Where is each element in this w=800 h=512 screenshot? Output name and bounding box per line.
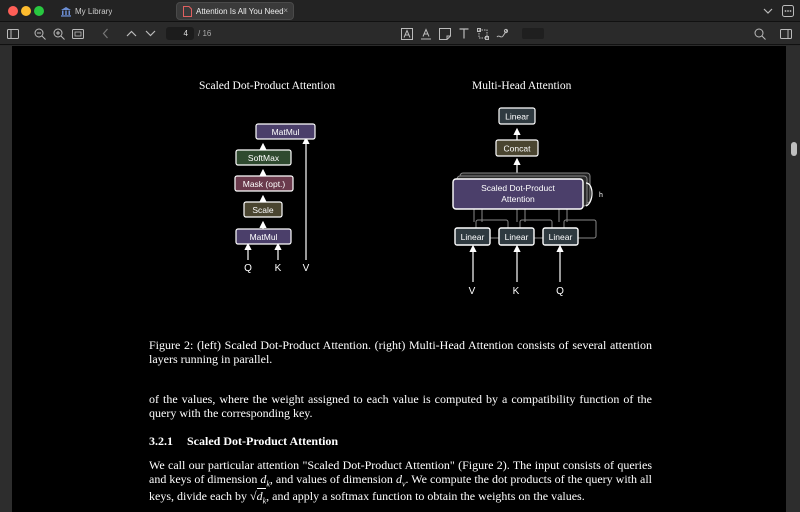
title-bar: My Library Attention Is All You Need × <box>0 0 800 22</box>
box-sdpa: Scaled Dot-Product Attention <box>452 178 584 210</box>
page-total: / 16 <box>198 29 212 38</box>
svg-text:Mask (opt.): Mask (opt.) <box>243 179 286 189</box>
input-label-v: V <box>303 263 310 274</box>
section-number: 3.2.1 <box>149 434 173 448</box>
svg-text:Scale: Scale <box>252 205 274 215</box>
zoom-out-icon[interactable] <box>32 26 48 41</box>
page-number-input[interactable]: 4 <box>166 27 194 40</box>
annotation-color-select[interactable] <box>522 28 544 39</box>
mha-input-label-k: K <box>513 286 520 297</box>
pdf-page[interactable]: Scaled Dot-Product Attention Multi-Head … <box>12 46 786 512</box>
figure-caption: Figure 2: (left) Scaled Dot-Product Atte… <box>149 338 652 366</box>
svg-text:Scaled Dot-Product: Scaled Dot-Product <box>481 183 555 193</box>
library-icon <box>60 5 72 17</box>
tab-my-library[interactable]: My Library <box>56 2 168 20</box>
box-scale: Scale <box>243 201 283 218</box>
para2-text-b: , and values of dimension <box>269 471 396 486</box>
svg-text:MatMul: MatMul <box>250 232 278 242</box>
box-linear-k: Linear <box>498 227 535 246</box>
previous-page-icon[interactable] <box>123 26 139 41</box>
zoom-in-icon[interactable] <box>51 26 67 41</box>
toolbar: 4 / 16 <box>0 22 800 45</box>
sidebar-toggle-icon[interactable] <box>5 26 21 41</box>
svg-text:Linear: Linear <box>461 232 485 242</box>
body-paragraph-2: We call our particular attention "Scaled… <box>149 458 652 508</box>
svg-text:h: h <box>599 192 603 199</box>
input-label-q: Q <box>244 263 252 274</box>
next-page-icon[interactable] <box>142 26 158 41</box>
box-matmul-bottom: MatMul <box>235 228 292 245</box>
chevron-down-icon[interactable] <box>760 3 776 19</box>
para2-text-d: , and apply a softmax function to obtain… <box>266 489 585 504</box>
vertical-scrollbar[interactable] <box>788 46 800 512</box>
svg-text:Attention: Attention <box>501 194 535 204</box>
tab-close-icon[interactable]: × <box>283 6 288 15</box>
math-sqrt: √ <box>249 489 257 504</box>
tab-my-library-label: My Library <box>75 6 113 16</box>
scrollbar-thumb[interactable] <box>791 142 797 156</box>
svg-text:Linear: Linear <box>549 232 573 242</box>
box-linear-v: Linear <box>454 227 491 246</box>
box-linear-top: Linear <box>498 107 536 125</box>
note-icon[interactable] <box>437 26 453 41</box>
svg-text:Linear: Linear <box>505 112 529 122</box>
context-pane-toggle-icon[interactable] <box>778 26 794 41</box>
chevron-left-icon[interactable] <box>97 26 113 41</box>
search-icon[interactable] <box>752 26 768 41</box>
svg-text:SoftMax: SoftMax <box>248 153 280 163</box>
body-paragraph-1: of the values, where the weight assigned… <box>149 392 652 420</box>
svg-text:Linear: Linear <box>505 232 529 242</box>
mha-input-label-v: V <box>469 286 476 297</box>
tab-paper-label: Attention Is All You Need <box>196 6 284 16</box>
box-softmax: SoftMax <box>235 149 292 166</box>
section-title: Scaled Dot-Product Attention <box>187 434 339 448</box>
window-zoom-button[interactable] <box>34 6 44 16</box>
box-matmul-top: MatMul <box>255 123 316 140</box>
box-linear-q: Linear <box>542 227 579 246</box>
pdf-viewer[interactable]: Scaled Dot-Product Attention Multi-Head … <box>0 46 800 512</box>
area-select-icon[interactable] <box>475 26 491 41</box>
more-menu-icon[interactable] <box>780 3 796 19</box>
svg-text:MatMul: MatMul <box>272 127 300 137</box>
box-concat: Concat <box>495 139 539 157</box>
text-tool-icon[interactable] <box>456 26 472 41</box>
window-close-button[interactable] <box>8 6 18 16</box>
draw-icon[interactable] <box>494 26 510 41</box>
attention-figure: MatMul SoftMax Mask (opt.) Scale MatMul … <box>234 107 603 297</box>
window-minimize-button[interactable] <box>21 6 31 16</box>
input-label-k: K <box>275 263 282 274</box>
section-heading: 3.2.1 Scaled Dot-Product Attention <box>149 434 339 449</box>
box-mask: Mask (opt.) <box>234 175 294 192</box>
text-highlight-icon[interactable] <box>399 26 415 41</box>
pdf-file-icon <box>181 5 193 17</box>
text-underline-icon[interactable] <box>418 26 434 41</box>
tab-paper[interactable]: Attention Is All You Need × <box>176 2 294 20</box>
svg-text:Concat: Concat <box>504 144 532 154</box>
mha-input-label-q: Q <box>556 286 564 297</box>
fit-page-icon[interactable] <box>70 26 86 41</box>
